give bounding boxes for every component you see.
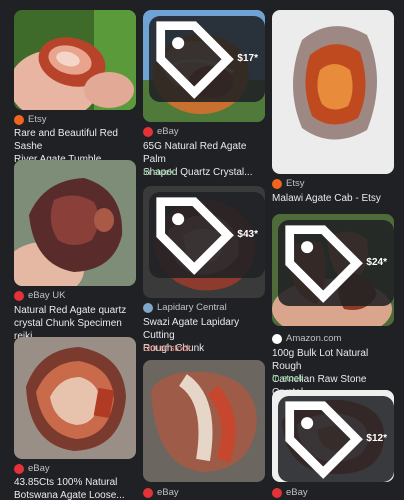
result-title[interactable]: Malawi Agate Cab - Etsy [272,192,394,205]
price-badge: $12* [278,396,394,482]
stock-status: Out of stock [143,343,192,353]
tag-icon [156,21,234,99]
result-source: Etsy [272,178,304,189]
result-source: Lapidary Central [143,302,227,313]
price-badge: $17* [149,16,265,103]
ebay-favicon-icon [143,487,153,498]
result-image[interactable]: $43* [143,186,265,298]
tag-icon [285,401,363,479]
etsy-favicon-icon [272,178,282,189]
result-image[interactable]: $17* [143,10,265,122]
price-badge: $43* [149,192,265,279]
tag-icon [156,197,234,275]
result-title[interactable]: 43.85Cts 100% Natural Botswana Agate Loo… [14,476,136,500]
result-source: eBay [143,126,179,137]
etsy-favicon-icon [14,114,24,125]
stock-status: In stock [272,373,304,383]
result-image[interactable] [14,10,136,110]
result-image[interactable]: $24* [272,214,394,326]
result-source: Amazon.com [272,333,341,344]
result-image[interactable]: $12* [272,390,394,482]
result-source: eBay [143,487,179,498]
ebay-favicon-icon [143,126,153,137]
stock-status: In stock [143,167,175,177]
image-results-grid: Etsy Rare and Beautiful Red Sashe River … [0,0,404,500]
ebay-favicon-icon [272,487,282,498]
result-image[interactable] [14,160,136,286]
result-source: eBay UK [14,290,66,301]
ebay-favicon-icon [14,463,24,474]
amazon-favicon-icon [272,333,282,344]
ebay-favicon-icon [14,290,24,301]
lapidary-favicon-icon [143,302,153,313]
result-image[interactable] [272,10,394,174]
price-badge: $24* [278,220,394,307]
result-source: Etsy [14,114,46,125]
result-image[interactable] [143,360,265,482]
tag-icon [285,225,363,303]
result-source: eBay [14,463,50,474]
result-image[interactable] [14,337,136,459]
result-source: eBay [272,487,308,498]
